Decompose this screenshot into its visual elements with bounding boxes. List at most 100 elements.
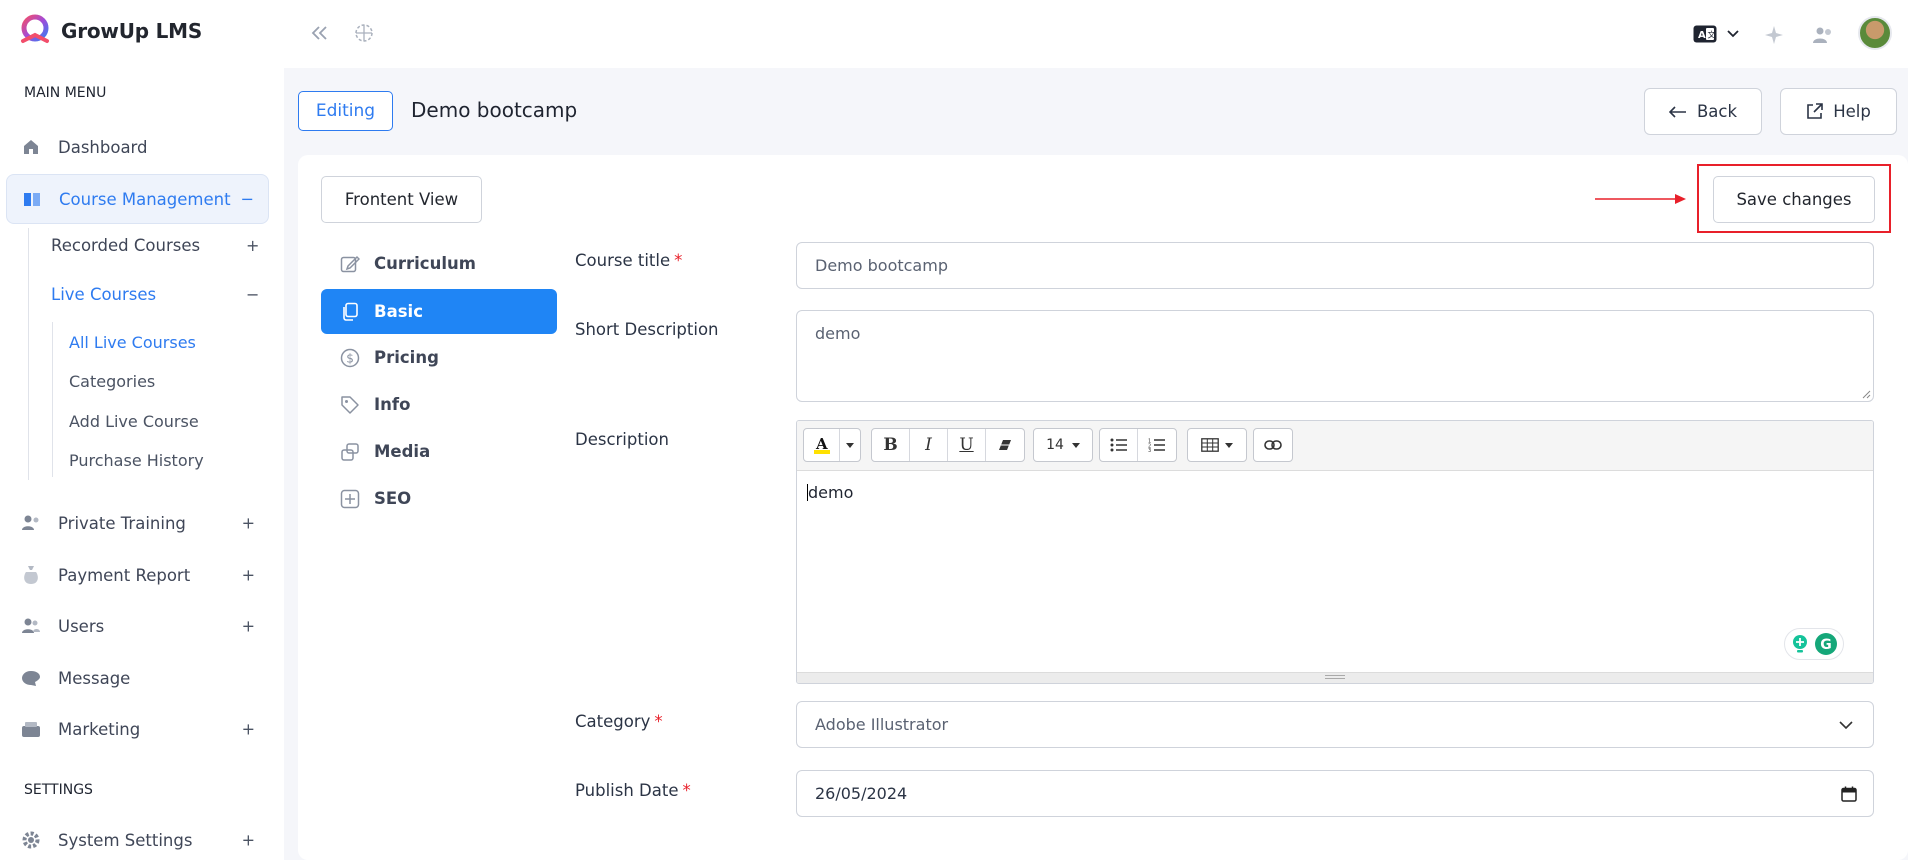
chevron-down-icon	[1727, 30, 1739, 38]
caret-down-icon	[846, 442, 854, 448]
expand-icon[interactable]: +	[242, 831, 255, 850]
svg-text:文: 文	[1708, 30, 1716, 40]
writing-assistant-widget[interactable]: G	[1784, 628, 1844, 660]
expand-icon[interactable]: +	[242, 566, 255, 585]
help-button[interactable]: Help	[1780, 88, 1897, 135]
clear-format-button[interactable]	[986, 429, 1024, 461]
required-marker: *	[682, 781, 691, 800]
tab-media[interactable]: Media	[321, 429, 557, 474]
course-title-label: Course title *	[575, 251, 682, 270]
back-button[interactable]: Back	[1644, 88, 1762, 135]
tab-label: Curriculum	[374, 254, 476, 273]
font-color-dropdown[interactable]	[840, 429, 860, 461]
tab-curriculum[interactable]: Curriculum	[321, 241, 557, 286]
numbered-list-icon: 123	[1148, 439, 1165, 452]
settings-heading: SETTINGS	[24, 782, 93, 798]
numbered-list-button[interactable]: 123	[1138, 429, 1176, 461]
sidebar-item-label: Payment Report	[58, 565, 191, 585]
users-icon	[20, 615, 42, 637]
chevron-down-icon	[1839, 720, 1853, 729]
sparkle-icon[interactable]	[1762, 23, 1786, 47]
sidebar-item-live-courses[interactable]: Live Courses	[51, 285, 156, 304]
publish-date-input[interactable]: 26/05/2024	[796, 770, 1874, 817]
user-switch-icon[interactable]	[1810, 23, 1836, 47]
category-label-text: Category	[575, 712, 651, 731]
bold-button[interactable]: B	[872, 429, 910, 461]
collapse-icon[interactable]: −	[246, 285, 259, 304]
italic-icon: I	[925, 435, 932, 455]
logo[interactable]: GrowUp LMS	[18, 14, 202, 48]
svg-text:G: G	[1820, 637, 1832, 653]
link-button[interactable]	[1254, 429, 1292, 461]
collapse-icon[interactable]: −	[241, 190, 254, 209]
category-value: Adobe Illustrator	[815, 715, 949, 734]
sidebar-item-system-settings[interactable]: System Settings +	[6, 815, 269, 860]
back-label: Back	[1696, 102, 1738, 121]
tab-info[interactable]: Info	[321, 382, 557, 427]
tab-seo[interactable]: SEO	[321, 476, 557, 521]
topbar	[284, 0, 1908, 68]
description-value: demo	[808, 483, 854, 502]
table-dropdown[interactable]	[1188, 429, 1246, 461]
table-group	[1187, 428, 1247, 462]
text-color-icon: A	[813, 435, 830, 454]
publish-date-value: 26/05/2024	[815, 784, 908, 803]
font-color-button[interactable]: A	[804, 429, 840, 461]
sidebar-item-label: Users	[58, 616, 105, 636]
sidebar-item-course-management[interactable]: Course Management −	[6, 174, 269, 224]
sidebar-item-categories[interactable]: Categories	[69, 372, 155, 391]
svg-text:$: $	[346, 351, 354, 365]
expand-icon[interactable]: +	[242, 514, 255, 533]
language-selector[interactable]: A文	[1690, 23, 1742, 45]
tab-basic[interactable]: Basic	[321, 289, 557, 334]
course-title-label-text: Course title	[575, 251, 671, 270]
grip-icon	[1325, 675, 1345, 679]
tab-label: SEO	[374, 489, 412, 508]
collapse-sidebar-icon[interactable]	[308, 22, 330, 44]
training-icon	[20, 512, 42, 534]
external-link-icon	[1807, 103, 1823, 119]
editor-resize-bar[interactable]	[797, 672, 1873, 683]
short-description-textarea[interactable]: demo	[796, 310, 1874, 402]
bullet-list-button[interactable]	[1100, 429, 1138, 461]
calendar-icon[interactable]	[1841, 786, 1857, 802]
globe-icon[interactable]	[352, 21, 376, 45]
sidebar-item-label: Message	[58, 668, 131, 688]
sidebar-item-marketing[interactable]: Marketing +	[6, 704, 269, 754]
expand-icon[interactable]: +	[242, 617, 255, 636]
description-editor[interactable]: A B I U 14 123 demo	[796, 420, 1874, 684]
description-label: Description	[575, 430, 669, 449]
frontend-view-button[interactable]: Frontent View	[321, 176, 482, 223]
sidebar-item-users[interactable]: Users +	[6, 601, 269, 651]
tab-pricing[interactable]: $ Pricing	[321, 335, 557, 380]
sidebar-item-recorded-courses[interactable]: Recorded Courses	[51, 236, 200, 255]
course-title-input[interactable]: Demo bootcamp	[796, 242, 1874, 289]
font-size-dropdown[interactable]: 14	[1034, 429, 1092, 461]
main-menu-heading: MAIN MENU	[24, 85, 107, 101]
sidebar-item-message[interactable]: Message	[6, 653, 269, 703]
expand-icon[interactable]: +	[246, 236, 259, 255]
caret-down-icon	[1071, 442, 1080, 448]
bulb-icon	[1792, 635, 1807, 653]
underline-button[interactable]: U	[948, 429, 986, 461]
category-select[interactable]: Adobe Illustrator	[796, 701, 1874, 748]
avatar[interactable]	[1858, 16, 1892, 50]
svg-text:3: 3	[1148, 448, 1151, 452]
required-marker: *	[654, 712, 663, 731]
sidebar-item-dashboard[interactable]: Dashboard	[6, 122, 269, 172]
money-bag-icon	[20, 564, 42, 586]
editing-badge: Editing	[298, 91, 393, 131]
sidebar-item-payment-report[interactable]: Payment Report +	[6, 550, 269, 600]
expand-icon[interactable]: +	[242, 720, 255, 739]
sidebar-item-private-training[interactable]: Private Training +	[6, 498, 269, 548]
sidebar-item-purchase-history[interactable]: Purchase History	[69, 451, 204, 470]
italic-button[interactable]: I	[910, 429, 948, 461]
sidebar-item-all-live-courses[interactable]: All Live Courses	[69, 333, 196, 352]
description-editor-content[interactable]: demo	[807, 483, 853, 502]
edit-icon	[340, 255, 360, 272]
sidebar-item-add-live-course[interactable]: Add Live Course	[69, 412, 199, 431]
save-changes-button[interactable]: Save changes	[1713, 176, 1875, 223]
style-group: B I U	[871, 428, 1025, 462]
pointer-arrow-icon	[1595, 194, 1686, 204]
caret-down-icon	[1225, 442, 1233, 448]
